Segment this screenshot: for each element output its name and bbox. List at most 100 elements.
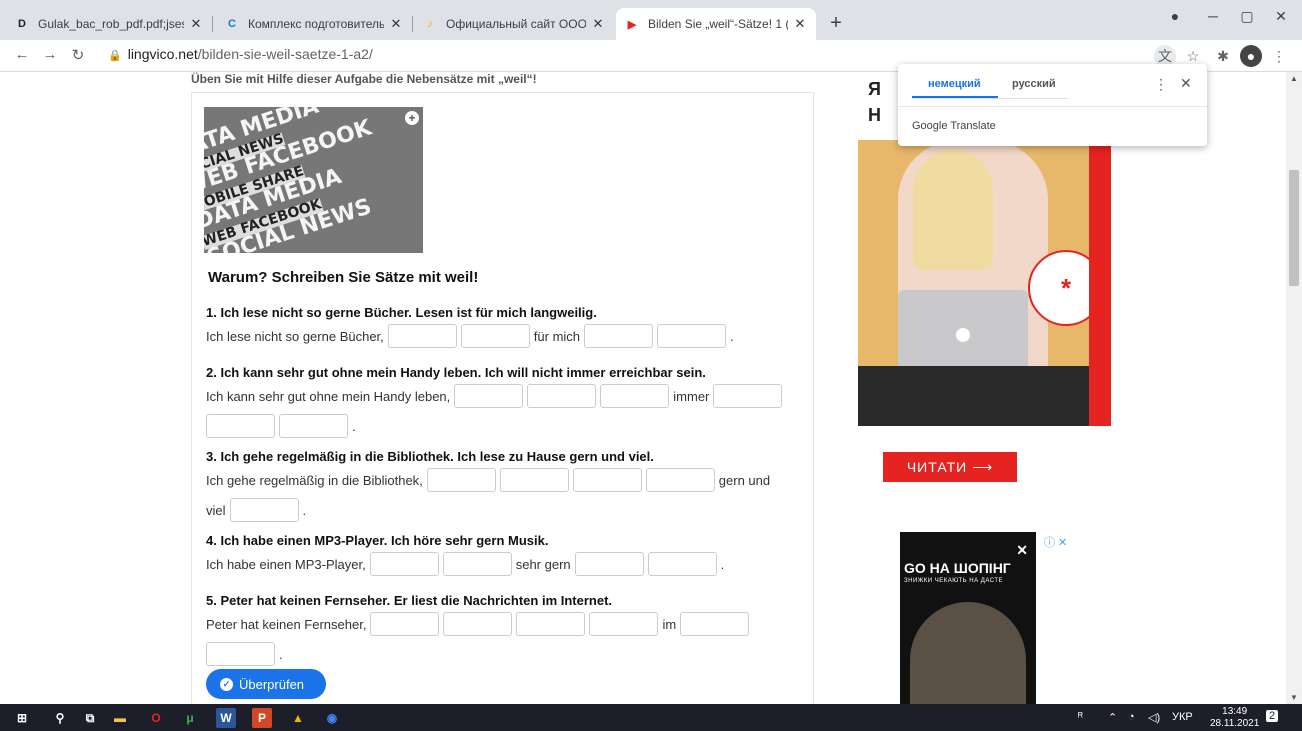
task-answer-line: Ich lese nicht so gerne Bücher, für mich.: [206, 324, 796, 348]
task-question: 5. Peter hat keinen Fernseher. Er liest …: [206, 593, 613, 608]
hero-word-cloud: DATA MEDIA SOCIAL NEWS WEB FACEBOOK MOBI…: [204, 107, 423, 253]
answer-field[interactable]: [527, 384, 597, 408]
url-domain: lingvico.net: [127, 46, 198, 62]
translate-divider: [898, 106, 1207, 107]
extensions-icon[interactable]: ✱: [1212, 45, 1234, 67]
answer-field[interactable]: [516, 612, 586, 636]
app-icon[interactable]: ▲: [288, 708, 308, 728]
back-icon[interactable]: ←: [12, 46, 32, 63]
check-icon: ✓: [220, 677, 233, 691]
tab-close-icon[interactable]: ✕: [388, 16, 404, 32]
ad-close-icon[interactable]: ✕: [1016, 542, 1028, 559]
apple-logo-icon: [956, 328, 970, 342]
page-scrollbar[interactable]: ▲ ▼: [1286, 72, 1302, 704]
minimize-button[interactable]: ─: [1198, 8, 1228, 24]
answer-field[interactable]: [443, 612, 513, 636]
sidebar-heading-line: Н: [868, 105, 881, 125]
task-text: Ich gehe regelmäßig in die Bibliothek,: [206, 472, 423, 488]
profile-icon[interactable]: ●: [1160, 8, 1190, 24]
menu-icon[interactable]: ⋮: [1268, 45, 1290, 67]
answer-field[interactable]: [370, 612, 440, 636]
close-window-button[interactable]: ✕: [1266, 8, 1296, 25]
task-view-icon[interactable]: ⧉: [80, 708, 100, 728]
chrome-icon[interactable]: ◉: [322, 708, 342, 728]
browser-tab[interactable]: D Gulak_bac_rob_pdf.pdf;jsessionid ✕: [6, 8, 213, 40]
tab-close-icon[interactable]: ✕: [188, 16, 204, 32]
ad-title: GO НА ШОПІНГ: [904, 560, 1011, 576]
notifications-icon[interactable]: 2: [1266, 710, 1279, 722]
scroll-down-icon[interactable]: ▼: [1290, 693, 1298, 702]
network-icon[interactable]: ◔: [1128, 711, 1135, 723]
scrollbar-thumb[interactable]: [1289, 170, 1299, 286]
translate-more-icon[interactable]: ⋮: [1154, 76, 1168, 93]
ad-shopping-banner[interactable]: ✕ GO НА ШОПІНГ ЗНИЖКИ ЧЕКАЮТЬ НА ДАСТЕ: [900, 532, 1036, 704]
read-button[interactable]: ЧИТАТИ ⟶: [883, 452, 1017, 482]
tab-separator: [412, 16, 413, 32]
file-explorer-icon[interactable]: ▬: [110, 708, 130, 728]
answer-field[interactable]: [584, 324, 654, 348]
scroll-up-icon[interactable]: ▲: [1290, 74, 1298, 83]
tab-favicon-icon: C: [228, 18, 236, 30]
address-bar[interactable]: 🔒 lingvico.net/bilden-sie-weil-saetze-1-a…: [108, 46, 373, 62]
search-icon[interactable]: ⚲: [50, 708, 70, 728]
answer-field[interactable]: [460, 324, 530, 348]
answer-field[interactable]: [426, 468, 496, 492]
answer-field[interactable]: [369, 552, 439, 576]
answer-field[interactable]: [279, 414, 348, 438]
task-text: immer: [673, 388, 710, 404]
task-text: Ich kann sehr gut ohne mein Handy leben,: [206, 388, 451, 404]
translate-brand: Google Translate: [912, 120, 996, 132]
zoom-plus-icon[interactable]: +: [405, 111, 419, 125]
translate-close-icon[interactable]: ✕: [1180, 75, 1192, 92]
browser-tab[interactable]: ▶ Bilden Sie „weil“-Sätze! 1 (A2) – L ✕: [616, 8, 816, 40]
reload-icon[interactable]: ↻: [68, 46, 88, 64]
people-icon[interactable]: ᴿ: [1078, 711, 1083, 723]
answer-field[interactable]: [657, 324, 727, 348]
browser-tab[interactable]: C Комплекс подготовительных уп ✕: [216, 8, 413, 40]
check-button[interactable]: ✓ Überprüfen: [206, 669, 326, 699]
answer-field[interactable]: [442, 552, 512, 576]
tab-close-icon[interactable]: ✕: [792, 16, 808, 32]
translate-tab-source[interactable]: немецкий: [928, 78, 981, 90]
answer-field[interactable]: [499, 468, 569, 492]
answer-field[interactable]: [387, 324, 457, 348]
task-answer-line: viel.: [206, 498, 796, 522]
answer-field[interactable]: [572, 468, 642, 492]
clock[interactable]: 13:49 28.11.2021: [1210, 706, 1259, 730]
answer-field[interactable]: [206, 414, 275, 438]
answer-field[interactable]: [206, 642, 275, 666]
answer-field[interactable]: [229, 498, 299, 522]
ad-subtitle: ЗНИЖКИ ЧЕКАЮТЬ НА ДАСТЕ: [904, 578, 1004, 584]
task-text: .: [730, 328, 734, 344]
tab-close-icon[interactable]: ✕: [590, 16, 606, 32]
task-text: .: [302, 502, 307, 518]
volume-icon[interactable]: ◁): [1148, 711, 1160, 724]
tray-language[interactable]: УКР: [1172, 711, 1193, 723]
maximize-button[interactable]: ▢: [1232, 8, 1262, 25]
answer-field[interactable]: [600, 384, 670, 408]
utorrent-icon[interactable]: μ: [180, 708, 200, 728]
exercise-task: 5. Peter hat keinen Fernseher. Er liest …: [206, 593, 796, 666]
answer-field[interactable]: [454, 384, 524, 408]
opera-icon[interactable]: O: [146, 708, 166, 728]
answer-field[interactable]: [589, 612, 659, 636]
translate-tab-target[interactable]: русский: [1012, 78, 1056, 90]
new-tab-button[interactable]: +: [824, 12, 848, 35]
ad-banner-image[interactable]: *: [858, 140, 1111, 426]
tray-chevron-icon[interactable]: ⌃: [1108, 711, 1117, 724]
task-question: 4. Ich habe einen MP3-Player. Ich höre s…: [206, 533, 549, 548]
forward-icon[interactable]: →: [40, 46, 60, 63]
task-answer-line: Ich gehe regelmäßig in die Bibliothek, ge…: [206, 468, 796, 492]
windows-start-icon[interactable]: ⊞: [12, 708, 32, 728]
answer-field[interactable]: [645, 468, 715, 492]
answer-field[interactable]: [647, 552, 717, 576]
answer-field[interactable]: [680, 612, 750, 636]
word-icon[interactable]: W: [216, 708, 236, 728]
adchoices-icon[interactable]: ⓘ ✕: [1044, 534, 1067, 550]
browser-tab[interactable]: ♪ Официальный сайт ООО «Инфо ✕: [414, 8, 614, 40]
powerpoint-icon[interactable]: P: [252, 708, 272, 728]
answer-field[interactable]: [713, 384, 783, 408]
avatar[interactable]: ●: [1240, 45, 1262, 67]
answer-field[interactable]: [574, 552, 644, 576]
lock-icon: 🔒: [108, 50, 122, 62]
